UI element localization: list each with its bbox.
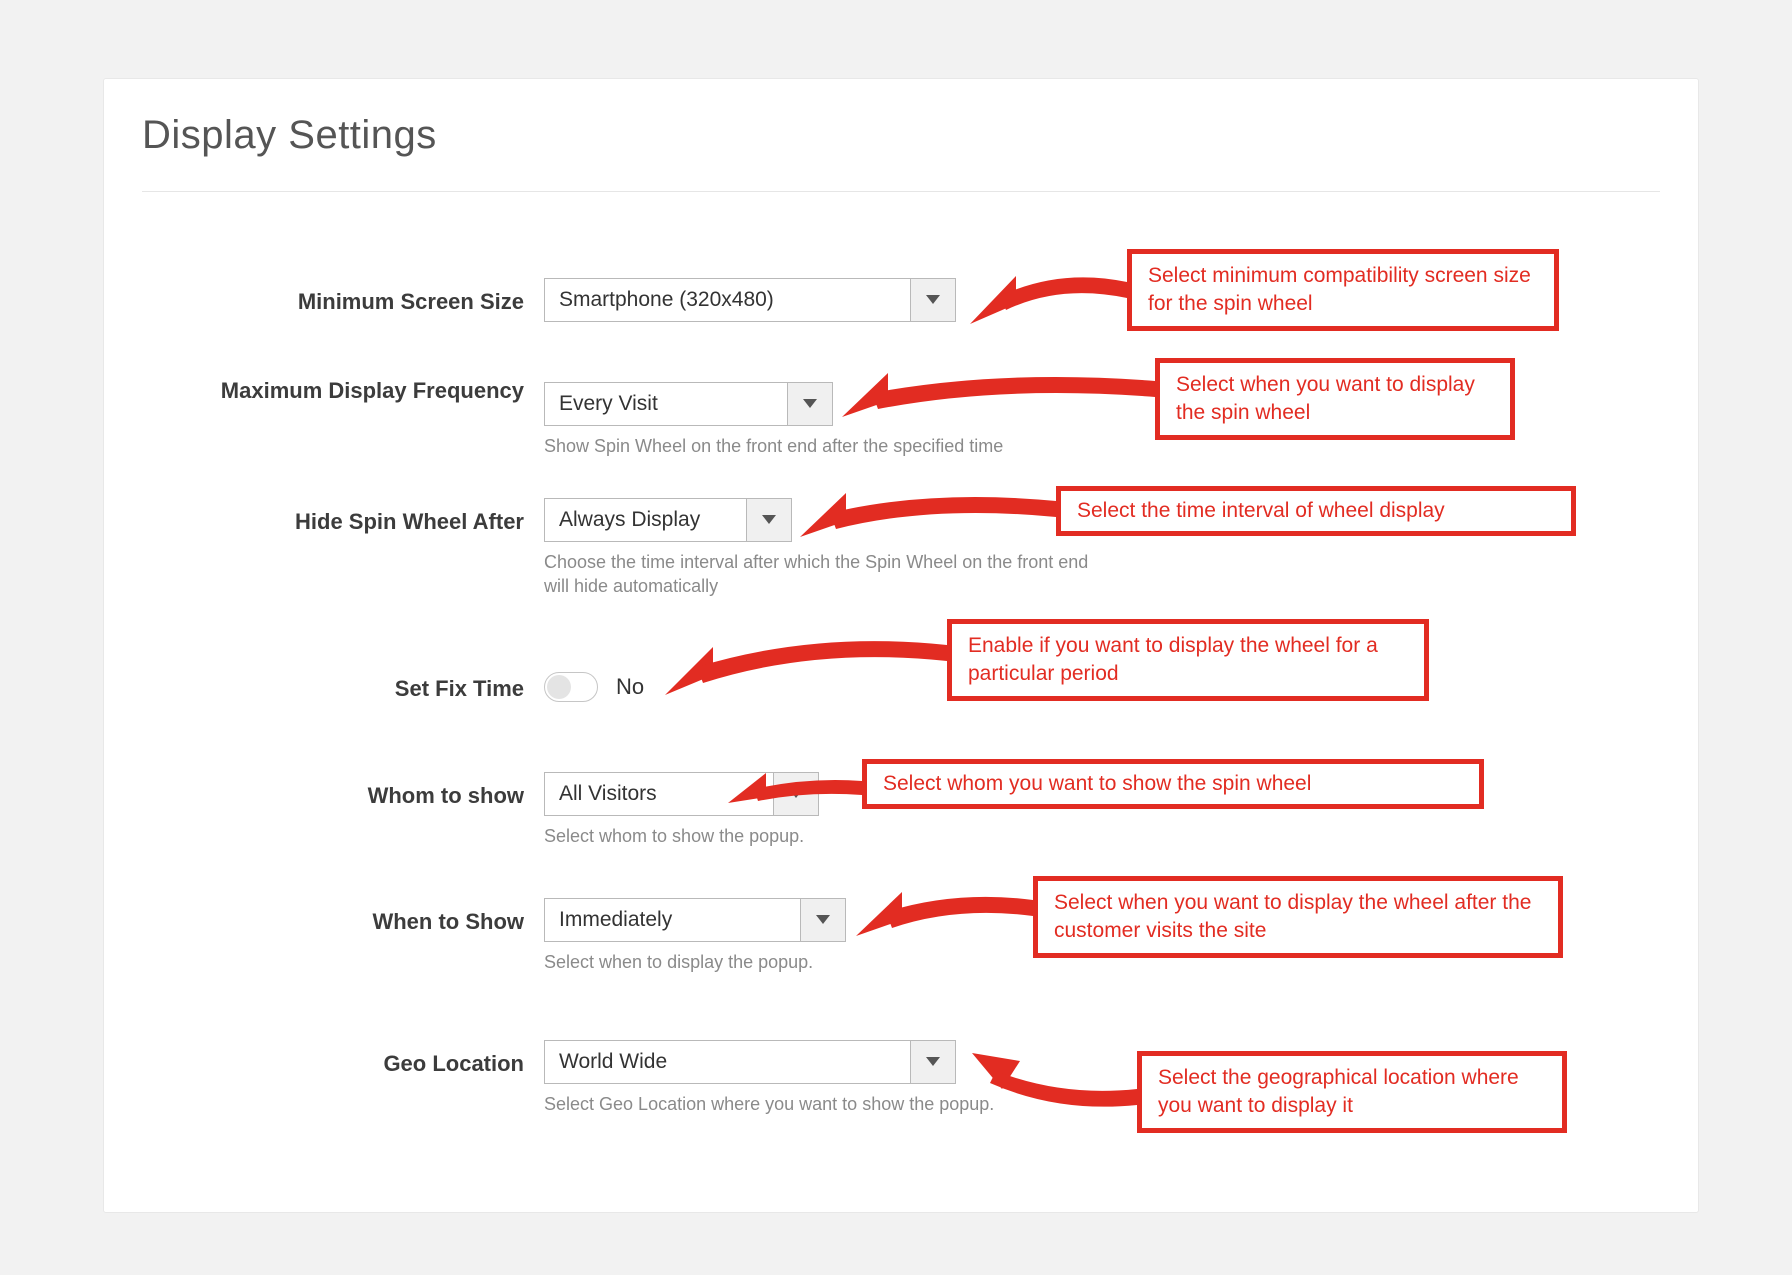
- label-fix-time: Set Fix Time: [104, 675, 524, 702]
- helper-hide-after: Choose the time interval after which the…: [544, 550, 1114, 598]
- chevron-down-icon: [910, 279, 955, 321]
- label-when: When to Show: [104, 908, 524, 935]
- title-divider: [142, 191, 1660, 192]
- select-geo[interactable]: World Wide: [544, 1040, 956, 1084]
- select-when-value: Immediately: [545, 899, 800, 941]
- callout-fix-time: Enable if you want to display the wheel …: [947, 619, 1429, 701]
- callout-hide-after: Select the time interval of wheel displa…: [1056, 486, 1576, 536]
- select-min-screen[interactable]: Smartphone (320x480): [544, 278, 956, 322]
- arrow-icon: [970, 258, 1127, 324]
- label-whom: Whom to show: [104, 782, 524, 809]
- field-geo: World Wide Select Geo Location where you…: [544, 1040, 994, 1116]
- toggle-knob: [547, 675, 571, 699]
- callout-geo: Select the geographical location where y…: [1137, 1051, 1567, 1133]
- chevron-down-icon: [800, 899, 845, 941]
- toggle-fix-time-state: No: [616, 674, 644, 700]
- select-max-freq[interactable]: Every Visit: [544, 382, 833, 426]
- helper-max-freq: Show Spin Wheel on the front end after t…: [544, 434, 1003, 458]
- select-hide-after[interactable]: Always Display: [544, 498, 792, 542]
- callout-when: Select when you want to display the whee…: [1033, 876, 1563, 958]
- callout-max-freq: Select when you want to display the spin…: [1155, 358, 1515, 440]
- arrow-icon: [728, 773, 862, 803]
- arrow-icon: [800, 487, 1056, 537]
- arrow-icon: [972, 1053, 1137, 1109]
- select-hide-after-value: Always Display: [545, 499, 746, 541]
- select-max-freq-value: Every Visit: [545, 383, 787, 425]
- callout-min-screen: Select minimum compatibility screen size…: [1127, 249, 1559, 331]
- helper-geo: Select Geo Location where you want to sh…: [544, 1092, 994, 1116]
- select-min-screen-value: Smartphone (320x480): [545, 279, 910, 321]
- toggle-fix-time[interactable]: [544, 672, 598, 702]
- chevron-down-icon: [910, 1041, 955, 1083]
- label-geo: Geo Location: [104, 1050, 524, 1077]
- field-when: Immediately Select when to display the p…: [544, 898, 846, 974]
- arrow-icon: [856, 886, 1033, 936]
- page-title: Display Settings: [142, 113, 437, 158]
- callout-whom: Select whom you want to show the spin wh…: [862, 759, 1484, 809]
- select-geo-value: World Wide: [545, 1041, 910, 1083]
- chevron-down-icon: [787, 383, 832, 425]
- helper-whom: Select whom to show the popup.: [544, 824, 819, 848]
- label-min-screen: Minimum Screen Size: [104, 288, 524, 315]
- label-hide-after: Hide Spin Wheel After: [104, 508, 524, 535]
- label-max-freq: Maximum Display Frequency: [104, 377, 524, 404]
- helper-when: Select when to display the popup.: [544, 950, 846, 974]
- select-when[interactable]: Immediately: [544, 898, 846, 942]
- arrow-icon: [842, 367, 1155, 417]
- field-min-screen: Smartphone (320x480): [544, 278, 956, 322]
- chevron-down-icon: [746, 499, 791, 541]
- field-fix-time: No: [544, 665, 644, 709]
- arrow-icon: [665, 625, 947, 695]
